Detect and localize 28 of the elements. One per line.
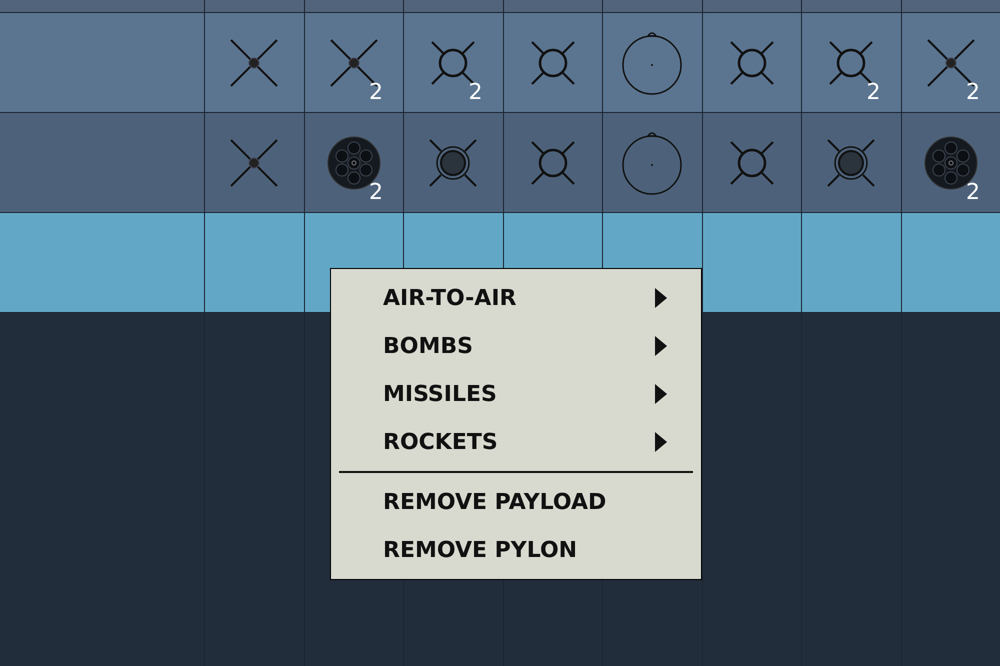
mount-ring-icon	[530, 140, 576, 186]
fuel-tank-icon	[621, 30, 684, 94]
loadout-row[interactable]: 2 2 2 2	[0, 13, 1000, 113]
menu-item[interactable]: REMOVE PAYLOAD	[331, 478, 701, 526]
count-label: 2	[369, 82, 383, 104]
count-label: 2	[966, 182, 980, 204]
count-label: 2	[966, 82, 980, 104]
count-label: 2	[468, 82, 482, 104]
menu-item[interactable]: BOMBS	[331, 322, 701, 370]
submenu-arrow-icon	[655, 432, 667, 452]
menu-item[interactable]: AIR-TO-AIR	[331, 274, 701, 322]
submenu-arrow-icon	[655, 288, 667, 308]
submenu-arrow-icon	[655, 336, 667, 356]
menu-item[interactable]: ROCKETS	[331, 418, 701, 466]
count-label: 2	[369, 182, 383, 204]
mount-ring-icon	[530, 40, 576, 86]
fuel-tank-icon	[621, 130, 684, 194]
submenu-arrow-icon	[655, 384, 667, 404]
pylon-cross-icon	[229, 138, 280, 188]
mount-ring-icon	[728, 140, 775, 186]
mount-ring-icon	[728, 40, 775, 86]
loadout-row[interactable]: 2 2	[0, 113, 1000, 213]
menu-item[interactable]: MISSILES	[331, 370, 701, 418]
mounted-store-icon	[826, 138, 876, 188]
pylon-cross-icon	[229, 38, 280, 88]
menu-item[interactable]: REMOVE PYLON	[331, 526, 701, 574]
mounted-store-icon	[428, 138, 478, 188]
count-label: 2	[866, 82, 880, 104]
